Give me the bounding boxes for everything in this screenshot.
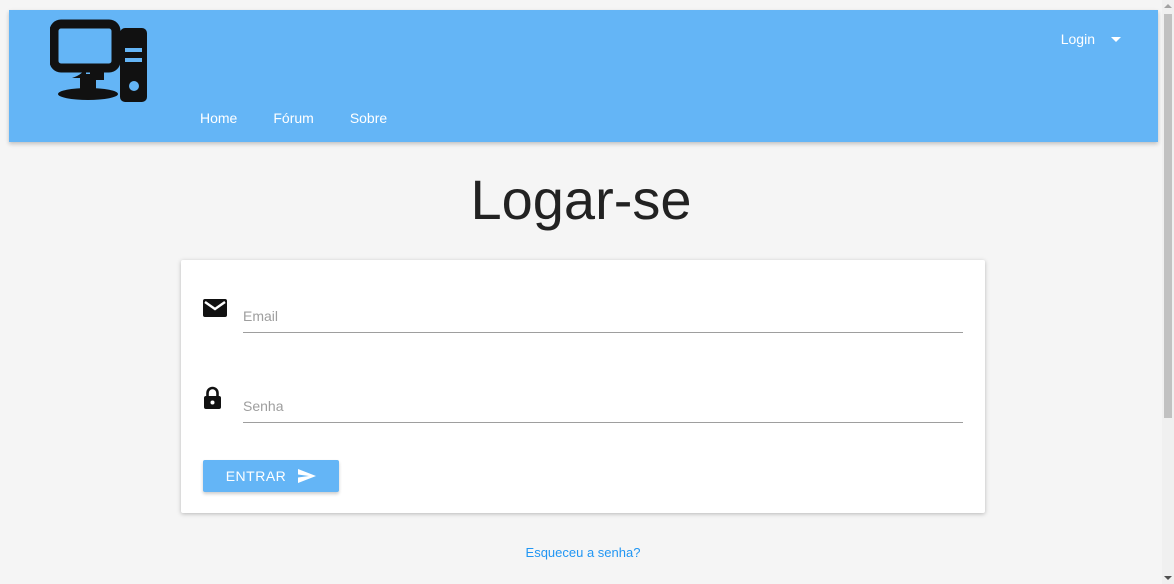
- enter-button-label: ENTRAR: [225, 468, 287, 484]
- main-nav: Home Fórum Sobre: [200, 110, 423, 126]
- scrollbar-thumb[interactable]: [1164, 14, 1172, 418]
- login-dropdown-label: Login: [1060, 31, 1095, 47]
- scroll-down-icon[interactable]: [1164, 576, 1172, 580]
- nav-link-sobre[interactable]: Sobre: [350, 110, 387, 126]
- password-field-group: [203, 383, 963, 423]
- email-input-wrap: [243, 293, 963, 333]
- forgot-password-link[interactable]: Esqueceu a senha?: [0, 545, 1162, 560]
- email-field-group: [203, 293, 963, 333]
- envelope-icon: [203, 299, 227, 317]
- page-title: Logar-se: [470, 168, 692, 231]
- send-icon: [298, 469, 317, 483]
- vertical-scrollbar[interactable]: [1162, 0, 1174, 584]
- email-field[interactable]: [243, 293, 963, 331]
- desktop-computer-icon[interactable]: [50, 18, 150, 102]
- scroll-up-icon[interactable]: [1164, 4, 1172, 8]
- login-card: ENTRAR: [181, 260, 985, 513]
- login-dropdown[interactable]: Login: [1061, 31, 1121, 47]
- nav-link-home[interactable]: Home: [200, 110, 237, 126]
- lock-icon: [204, 386, 221, 409]
- password-field[interactable]: [243, 383, 963, 421]
- page-viewport: Home Fórum Sobre Login Logar-se Email EN…: [0, 0, 1162, 584]
- nav-link-forum[interactable]: Fórum: [273, 110, 313, 126]
- top-navbar: Home Fórum Sobre Login: [9, 10, 1158, 142]
- chevron-down-icon: [1111, 37, 1121, 42]
- enter-button[interactable]: ENTRAR: [203, 460, 339, 492]
- password-input-wrap: [243, 383, 963, 423]
